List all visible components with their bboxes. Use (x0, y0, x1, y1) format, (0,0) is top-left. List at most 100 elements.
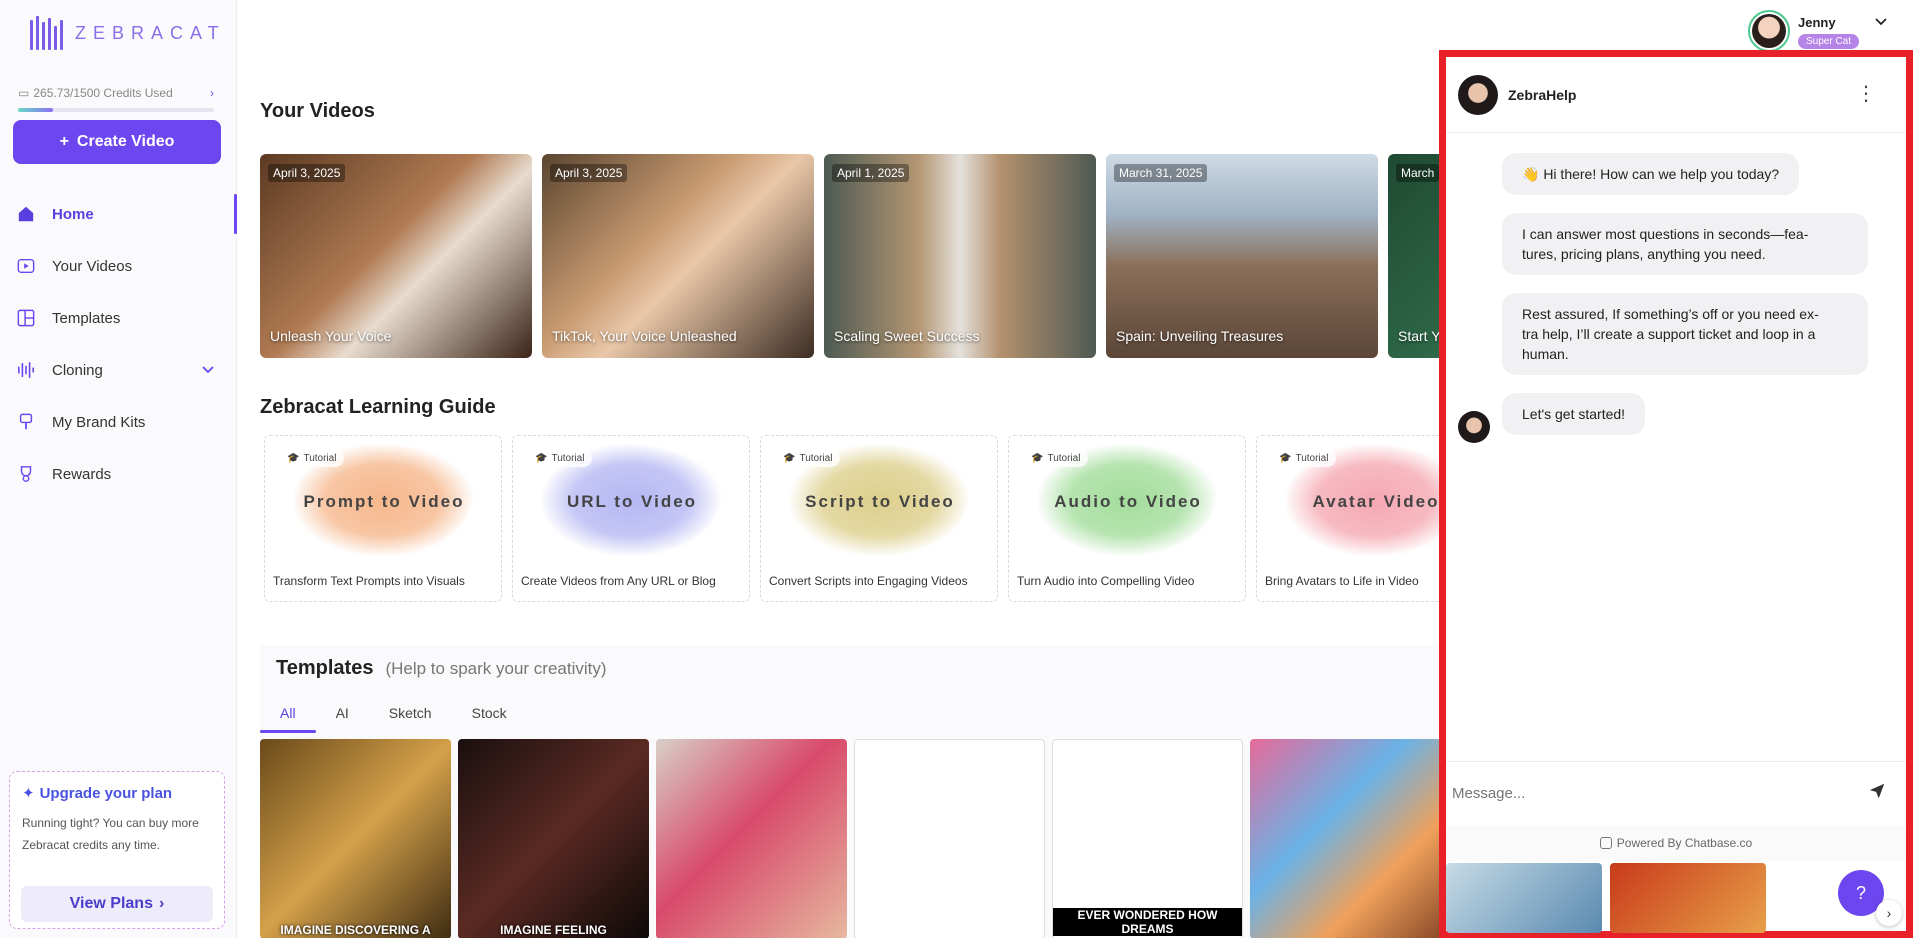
credits-usage[interactable]: ▭ 265.73/1500 Credits Used › (18, 86, 214, 100)
your-videos-heading: Your Videos (260, 100, 375, 122)
upgrade-description: Running tight? You can buy more Zebracat… (22, 812, 212, 856)
logo-text: ZEBRACAT (75, 22, 226, 43)
nav-label: Rewards (52, 465, 112, 483)
message-input[interactable] (1452, 785, 1852, 802)
sidebar: ZEBRACAT ▭ 265.73/1500 Credits Used › + C… (0, 0, 237, 938)
chat-message-line: Rest assured, If something’s off or you … (1522, 306, 1819, 322)
chat-header: ZebraHelp ⋮ (1446, 57, 1906, 133)
template-thumbnail (1610, 863, 1766, 933)
tutorial-badge: 🎓 Tutorial (1271, 450, 1337, 467)
bot-avatar (1458, 411, 1490, 443)
video-card[interactable]: April 1, 2025 Scaling Sweet Success (824, 154, 1096, 358)
templates-header: Templates (Help to spark your creativity… (276, 657, 607, 680)
nav-item-rewards[interactable]: Rewards (0, 448, 237, 500)
chat-widget: ZebraHelp ⋮ 👋 Hi there! How can we help … (1439, 50, 1913, 938)
chat-title: ZebraHelp (1508, 86, 1577, 103)
powered-by-text: Powered By Chatbase.co (1616, 836, 1753, 850)
guide-card-label: Audio to Video (1054, 492, 1202, 511)
guide-card-desc: Turn Audio into Compelling Video (1017, 574, 1195, 588)
video-row: April 3, 2025 Unleash Your Voice April 3… (260, 154, 1448, 358)
trophy-icon (16, 464, 36, 484)
template-thumbnail[interactable] (1250, 739, 1441, 938)
credits-text: 265.73/1500 Credits Used (33, 86, 173, 100)
nav-item-cloning[interactable]: Cloning (0, 344, 237, 396)
plus-icon: + (59, 133, 69, 150)
tutorial-badge-label: Tutorial (551, 453, 585, 464)
guide-card[interactable]: 🎓 Tutorial Prompt to Video Transform Text… (264, 435, 502, 602)
video-card[interactable]: April 3, 2025 TikTok, Your Voice Unleash… (542, 154, 814, 358)
graduation-cap-icon: 🎓 (535, 453, 548, 464)
video-title: Unleash Your Voice (270, 328, 392, 344)
tab-stock[interactable]: Stock (452, 697, 527, 729)
sparkle-icon: ✦ (22, 785, 35, 802)
logo-mark-icon (30, 16, 63, 50)
chat-message: Let's get started! (1502, 393, 1646, 435)
brush-icon (16, 412, 36, 432)
nav-label: Home (52, 205, 94, 223)
credits-progress-fill (18, 108, 53, 112)
guide-card[interactable]: 🎓 Tutorial Script to Video Convert Script… (760, 435, 998, 602)
help-chat-icon: ? (1855, 882, 1866, 903)
tutorial-badge-label: Tutorial (303, 453, 337, 464)
nav-label: Your Videos (52, 257, 133, 275)
chat-message: I can answer most questions in seconds—f… (1502, 213, 1868, 275)
tab-all[interactable]: All (260, 697, 316, 733)
view-plans-button[interactable]: View Plans › (21, 886, 213, 922)
chatbase-logo-icon (1599, 837, 1612, 849)
chat-message-line: tures, pricing plans, anything you need. (1522, 246, 1766, 262)
template-tabs: All AI Sketch Stock (260, 697, 527, 733)
powered-by[interactable]: Powered By Chatbase.co (1446, 825, 1906, 861)
templates-heading: Templates (276, 657, 374, 679)
view-plans-label: View Plans (69, 895, 153, 912)
chat-message: 👋 Hi there! How can we help you today? (1502, 153, 1800, 195)
create-video-button[interactable]: + Create Video (13, 120, 221, 164)
upgrade-desc-line: Running tight? You can buy more (22, 816, 199, 830)
upgrade-title: ✦ Upgrade your plan (22, 784, 212, 803)
video-date: March 31, 2025 (1114, 164, 1208, 182)
learning-guide-row: 🎓 Tutorial Prompt to Video Transform Text… (264, 435, 1494, 602)
upgrade-plan-card: ✦ Upgrade your plan Running tight? You c… (9, 771, 225, 929)
create-video-label: Create Video (76, 133, 175, 150)
template-thumbnail (1446, 863, 1602, 933)
nav-item-home[interactable]: Home (0, 188, 237, 240)
nav-item-your-videos[interactable]: Your Videos (0, 240, 237, 292)
tutorial-badge-label: Tutorial (1047, 453, 1081, 464)
more-options-icon[interactable]: ⋮ (1856, 81, 1876, 106)
video-date: March (1396, 164, 1440, 182)
tab-sketch[interactable]: Sketch (369, 697, 452, 729)
template-thumbnail[interactable]: EVER WONDERED HOW DREAMS (1052, 739, 1243, 938)
tab-ai[interactable]: AI (316, 697, 369, 729)
learning-guide-heading: Zebracat Learning Guide (260, 396, 496, 418)
chevron-right-icon: › (158, 895, 165, 912)
nav-label: My Brand Kits (52, 413, 146, 431)
video-card[interactable]: April 3, 2025 Unleash Your Voice (260, 154, 532, 358)
video-icon (16, 256, 36, 276)
guide-card-desc: Convert Scripts into Engaging Videos (769, 574, 968, 588)
nav-item-brand-kits[interactable]: My Brand Kits (0, 396, 237, 448)
graduation-cap-icon: 🎓 (287, 453, 300, 464)
chat-message-line: human. (1522, 346, 1569, 362)
guide-card-desc: Create Videos from Any URL or Blog (521, 574, 716, 588)
tutorial-badge: 🎓 Tutorial (1023, 450, 1089, 467)
guide-card-label: Script to Video (805, 492, 955, 511)
send-icon[interactable] (1868, 782, 1886, 805)
video-card[interactable]: March 31, 2025 Spain: Unveiling Treasure… (1106, 154, 1378, 358)
guide-card[interactable]: 🎓 Tutorial URL to Video Create Videos fro… (512, 435, 750, 602)
template-thumbnail[interactable]: IMAGINE DISCOVERING A (260, 739, 451, 938)
video-title: TikTok, Your Voice Unleashed (552, 328, 737, 344)
logo[interactable]: ZEBRACAT (30, 16, 226, 50)
nav-item-templates[interactable]: Templates (0, 292, 237, 344)
template-caption: IMAGINE FEELING (500, 923, 607, 937)
template-thumbnail[interactable]: IMAGINE FEELING (458, 739, 649, 938)
tutorial-badge: 🎓 Tutorial (279, 450, 345, 467)
template-thumbnail[interactable] (854, 739, 1045, 938)
templates-subheading: (Help to spark your creativity) (385, 659, 607, 678)
chevron-right-icon[interactable]: › (1876, 900, 1902, 926)
chevron-right-icon: › (210, 86, 214, 100)
tutorial-badge-label: Tutorial (799, 453, 833, 464)
guide-card[interactable]: 🎓 Tutorial Audio to Video Turn Audio into… (1008, 435, 1246, 602)
nav-label: Templates (52, 309, 121, 327)
main-nav: Home Your Videos Templates Cloning My Br… (0, 188, 237, 500)
template-thumbnail[interactable] (656, 739, 847, 938)
templates-icon (16, 308, 36, 328)
